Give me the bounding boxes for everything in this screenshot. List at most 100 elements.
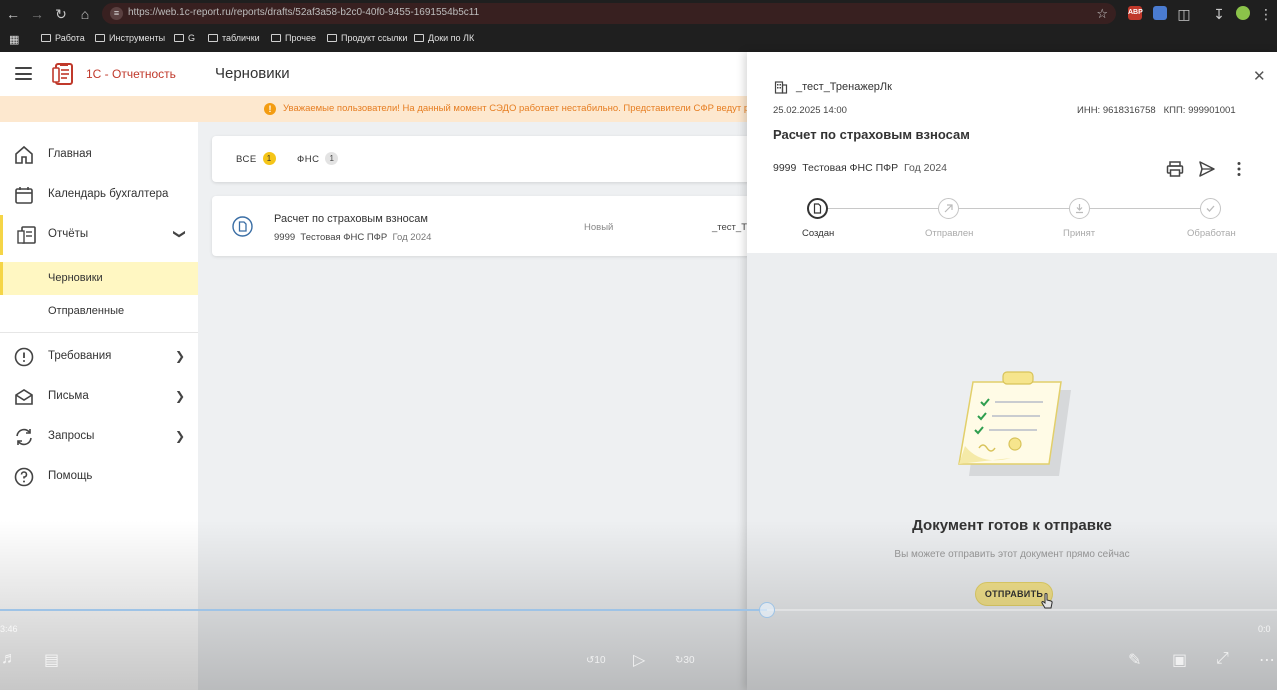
rewind-icon[interactable]: ↺10 bbox=[586, 655, 606, 666]
inn-kpp: ИНН: 9618316758 КПП: 999901001 bbox=[1077, 105, 1236, 116]
download-icon[interactable]: ↧ bbox=[1211, 6, 1227, 22]
warning-icon: ! bbox=[264, 103, 276, 115]
stepper-line bbox=[820, 208, 1215, 209]
back-icon[interactable]: ← bbox=[5, 6, 21, 22]
step-label-accepted: Принят bbox=[1063, 228, 1096, 239]
reload-icon[interactable]: ↻ bbox=[53, 6, 69, 22]
status-stepper: Создан Отправлен Принят Обработан bbox=[802, 198, 1236, 243]
drawer-organization: _тест_ТренажерЛк bbox=[796, 81, 892, 93]
address-bar[interactable]: ≡ https://web.1c-report.ru/reports/draft… bbox=[102, 3, 1116, 24]
count-badge: 1 bbox=[325, 152, 339, 165]
play-icon[interactable]: ▷ bbox=[633, 650, 645, 670]
volume-icon[interactable]: ♬ bbox=[1, 650, 17, 668]
apps-grid-icon[interactable]: ▦ bbox=[9, 33, 19, 46]
adblock-icon[interactable]: ABP bbox=[1128, 6, 1143, 20]
bookmark-item[interactable]: G bbox=[174, 33, 195, 43]
logo-icon bbox=[52, 63, 73, 85]
subtitles-icon[interactable]: ▤ bbox=[44, 650, 59, 670]
main-content: ВСЕ 1 ФНС 1 Расчет по страховым взносам 99… bbox=[198, 122, 760, 690]
sync-icon bbox=[16, 428, 32, 446]
bookmark-item[interactable]: таблички bbox=[208, 33, 260, 43]
sidebar-item-requirements[interactable]: Требования ❯ bbox=[0, 337, 198, 377]
bookmark-item[interactable]: Продукт ссылки bbox=[327, 33, 407, 43]
sidebar-item-label: Отчёты bbox=[48, 228, 89, 240]
sidebar-subitem-label: Отправленные bbox=[48, 305, 125, 317]
table-row[interactable]: Расчет по страховым взносам 9999 Тестова… bbox=[212, 196, 752, 256]
alert-circle-icon bbox=[14, 347, 34, 367]
hand-cursor-icon bbox=[1041, 593, 1053, 609]
sidebar-item-label: Требования bbox=[48, 350, 112, 362]
sidebar-item-help[interactable]: Помощь bbox=[0, 457, 198, 497]
folder-icon bbox=[271, 34, 281, 42]
app-header: 1С - Отчетность Черновики bbox=[0, 52, 760, 96]
step-accepted-icon bbox=[1069, 198, 1090, 219]
sidebar-item-label: Письма bbox=[48, 390, 89, 402]
folder-icon bbox=[41, 34, 51, 42]
video-scrubber-handle[interactable] bbox=[759, 602, 775, 618]
document-circle-icon bbox=[232, 216, 253, 237]
document-date: 25.02.2025 14:00 bbox=[773, 105, 847, 116]
step-label-created: Создан bbox=[802, 228, 835, 239]
video-progress-played[interactable] bbox=[0, 609, 767, 611]
url-text[interactable]: https://web.1c-report.ru/reports/drafts/… bbox=[128, 7, 479, 18]
site-info-icon[interactable]: ≡ bbox=[110, 7, 123, 20]
bookmark-item[interactable]: Прочее bbox=[271, 33, 316, 43]
clipboard-illustration-icon bbox=[958, 371, 1071, 476]
browser-menu-icon[interactable]: ⋮ bbox=[1258, 6, 1274, 22]
extensions-icon[interactable]: ◫ bbox=[1176, 6, 1192, 22]
step-sent-icon bbox=[938, 198, 959, 219]
chevron-right-icon: ❯ bbox=[175, 349, 186, 363]
bookmark-item[interactable]: Доки по ЛК bbox=[414, 33, 474, 43]
bookmark-item[interactable]: Инструменты bbox=[95, 33, 165, 43]
fullscreen-icon[interactable]: ⤢ bbox=[1216, 650, 1229, 668]
home-icon[interactable]: ⌂ bbox=[77, 6, 93, 22]
brand-name[interactable]: 1С - Отчетность bbox=[86, 67, 176, 81]
building-icon bbox=[774, 81, 788, 94]
count-badge: 1 bbox=[262, 152, 276, 165]
translate-icon[interactable] bbox=[1153, 6, 1167, 20]
forward-icon[interactable]: → bbox=[29, 6, 45, 22]
folder-icon bbox=[95, 34, 105, 42]
sidebar-item-queries[interactable]: Запросы ❯ bbox=[0, 417, 198, 457]
tab-all[interactable]: ВСЕ 1 bbox=[236, 152, 276, 165]
more-vertical-icon[interactable] bbox=[1230, 160, 1248, 178]
profile-avatar[interactable] bbox=[1236, 6, 1250, 20]
edit-icon[interactable]: ✎ bbox=[1128, 650, 1141, 670]
sidebar-item-reports[interactable]: Отчёты ❯ bbox=[0, 215, 198, 255]
reports-icon bbox=[17, 226, 36, 244]
sidebar-subitem-sent[interactable]: Отправленные bbox=[0, 295, 198, 328]
notice-banner: ! Уважаемые пользователи! На данный моме… bbox=[0, 96, 760, 122]
sidebar-subitem-drafts[interactable]: Черновики bbox=[0, 262, 198, 295]
tab-fns[interactable]: ФНС 1 bbox=[297, 152, 339, 165]
close-icon[interactable]: ✕ bbox=[1253, 67, 1266, 85]
forward-icon[interactable]: ↻30 bbox=[675, 655, 695, 666]
step-created-icon bbox=[807, 198, 828, 219]
sidebar-item-calendar[interactable]: Календарь бухгалтера bbox=[0, 175, 198, 215]
sidebar-divider bbox=[0, 332, 198, 333]
notice-text: Уважаемые пользователи! На данный момент… bbox=[283, 103, 750, 114]
video-settings-icon[interactable]: ⋯ bbox=[1259, 650, 1275, 670]
page-title: Черновики bbox=[215, 65, 290, 82]
folder-icon bbox=[327, 34, 337, 42]
mail-icon bbox=[15, 389, 33, 405]
chevron-right-icon: ❯ bbox=[175, 389, 186, 403]
bookmark-item[interactable]: Работа bbox=[41, 33, 85, 43]
row-subtitle: 9999 Тестовая ФНС ПФР Год 2024 bbox=[274, 232, 432, 243]
home-icon bbox=[15, 145, 33, 164]
video-duration: 0:0 bbox=[1258, 624, 1271, 634]
help-icon bbox=[14, 467, 34, 487]
bookmark-star-icon[interactable]: ☆ bbox=[1096, 6, 1108, 22]
browser-chrome: ← → ↻ ⌂ ≡ https://web.1c-report.ru/repor… bbox=[0, 0, 1277, 52]
sidebar-item-label: Помощь bbox=[48, 470, 93, 482]
video-progress-remaining[interactable] bbox=[767, 609, 1277, 611]
sidebar-subitem-label: Черновики bbox=[48, 272, 103, 284]
menu-icon[interactable] bbox=[15, 67, 32, 80]
calendar-icon bbox=[15, 187, 33, 204]
miniplayer-icon[interactable]: ▣ bbox=[1172, 650, 1187, 670]
send-icon[interactable] bbox=[1198, 160, 1216, 178]
print-icon[interactable] bbox=[1166, 160, 1184, 178]
drawer-subtitle: 9999 Тестовая ФНС ПФР Год 2024 bbox=[773, 162, 947, 174]
sidebar-item-letters[interactable]: Письма ❯ bbox=[0, 377, 198, 417]
sidebar-item-home[interactable]: Главная bbox=[0, 135, 198, 175]
step-processed-icon bbox=[1200, 198, 1221, 219]
